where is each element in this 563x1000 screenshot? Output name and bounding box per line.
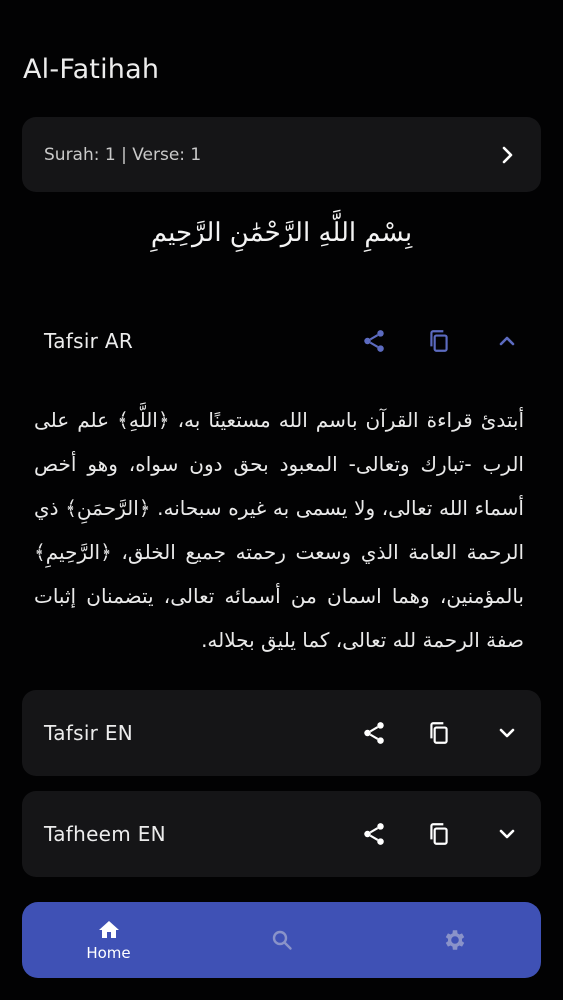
share-icon[interactable]: [341, 321, 406, 361]
section-actions: [341, 713, 519, 753]
page-title: Al-Fatihah: [23, 54, 160, 85]
section-actions: [341, 321, 519, 361]
section-title: Tafsir EN: [44, 721, 134, 745]
chevron-up-icon[interactable]: [471, 321, 519, 361]
bismillah-text: بِسْمِ اللَّهِ الرَّحْمَٰنِ الرَّحِيمِ: [150, 218, 413, 248]
nav-item-settings[interactable]: [395, 927, 515, 953]
verse-selector[interactable]: Surah: 1 | Verse: 1: [22, 117, 541, 192]
bottom-navigation: Home: [22, 902, 541, 978]
chevron-down-icon[interactable]: [471, 713, 519, 753]
section-tafsir-en[interactable]: Tafsir EN: [22, 690, 541, 776]
chevron-down-icon[interactable]: [471, 814, 519, 854]
settings-gear-icon: [442, 927, 468, 953]
copy-icon[interactable]: [406, 713, 471, 753]
home-icon: [97, 918, 121, 942]
section-tafsir-ar[interactable]: Tafsir AR: [22, 298, 541, 384]
share-icon[interactable]: [341, 713, 406, 753]
nav-label-home: Home: [86, 944, 131, 962]
section-actions: [341, 814, 519, 854]
copy-icon[interactable]: [406, 321, 471, 361]
copy-icon[interactable]: [406, 814, 471, 854]
verse-selector-label: Surah: 1 | Verse: 1: [44, 144, 202, 165]
section-title: Tafheem EN: [44, 822, 166, 846]
nav-item-home[interactable]: Home: [49, 918, 169, 962]
share-icon[interactable]: [341, 814, 406, 854]
tafsir-ar-body: أبتدئ قراءة القرآن باسم الله مستعينًا به…: [34, 408, 524, 652]
section-title: Tafsir AR: [44, 329, 134, 353]
search-icon: [270, 928, 294, 952]
chevron-right-icon[interactable]: [495, 143, 519, 167]
screen: Al-Fatihah Surah: 1 | Verse: 1 بِسْمِ ال…: [0, 0, 563, 1000]
section-tafheem-en[interactable]: Tafheem EN: [22, 791, 541, 877]
nav-item-search[interactable]: [222, 928, 342, 952]
